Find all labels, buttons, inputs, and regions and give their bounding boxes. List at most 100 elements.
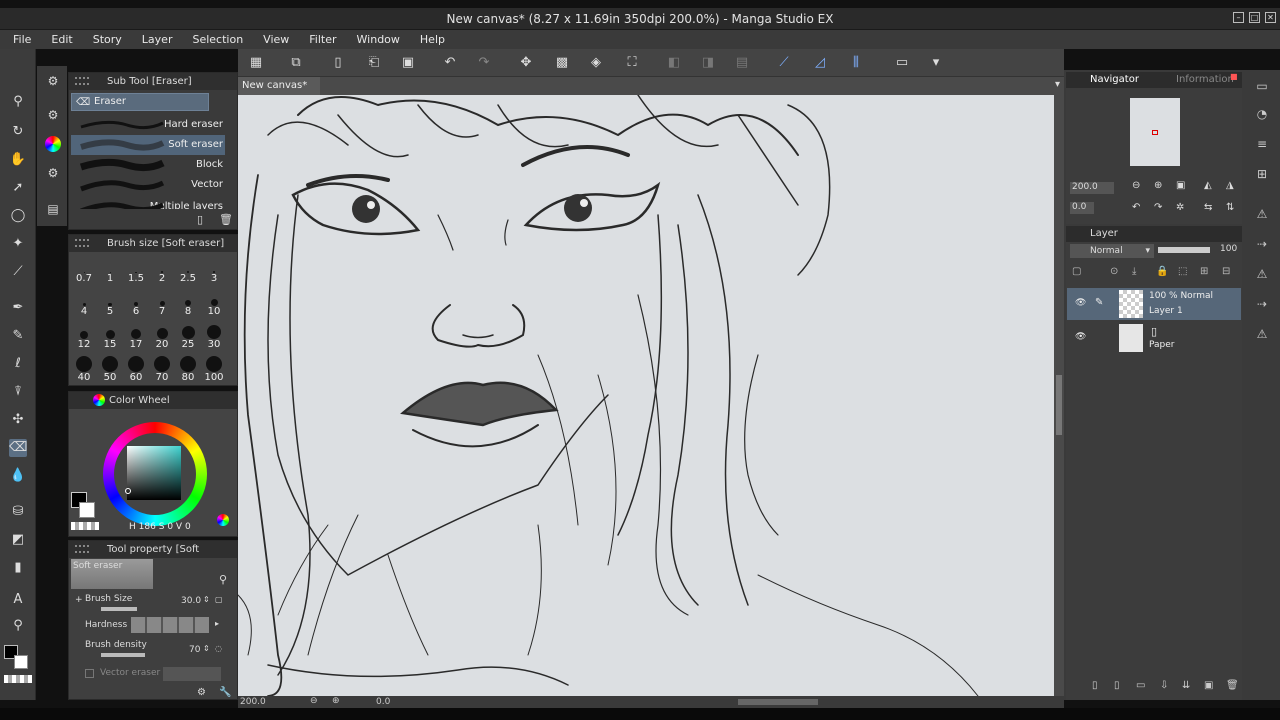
brush-size-value[interactable]: 30.0 xyxy=(181,596,201,606)
color-mode-icon[interactable] xyxy=(217,514,229,526)
eyedropper-icon[interactable]: ⟋ xyxy=(9,263,27,281)
brush-size-option[interactable]: 50 xyxy=(97,356,123,388)
operation-icon[interactable]: ➚ xyxy=(9,179,27,197)
new-file-icon[interactable]: ▯ xyxy=(330,55,346,71)
close-icon[interactable]: ■ xyxy=(1230,72,1238,81)
tab-information[interactable]: Information xyxy=(1176,74,1234,85)
fit-icon[interactable]: ▣ xyxy=(1176,180,1185,191)
new-folder-icon[interactable]: ▭ xyxy=(1136,680,1145,691)
auto-select-icon[interactable]: ✦ xyxy=(9,235,27,253)
brush-size-option[interactable]: 20 xyxy=(149,323,175,355)
sub-color-swatch[interactable] xyxy=(14,655,28,669)
disabled-tool-icon[interactable]: ◨ xyxy=(700,55,716,71)
pen-icon[interactable]: ✎ xyxy=(1095,297,1103,308)
airbrush-icon[interactable]: ⍒ xyxy=(9,383,27,401)
saturation-value-square[interactable] xyxy=(127,446,181,500)
color-wheel-tab-icon[interactable] xyxy=(44,136,62,154)
opacity-value[interactable]: 100 xyxy=(1220,244,1237,254)
menu-story[interactable]: Story xyxy=(93,33,122,46)
tab-subtool-icon[interactable]: ⚙ xyxy=(44,72,62,90)
brush-size-option[interactable]: 100 xyxy=(201,356,227,388)
menu-view[interactable]: View xyxy=(263,33,289,46)
subtool-item-hard-eraser[interactable]: Hard eraser xyxy=(71,115,225,135)
layout-icon[interactable]: ▭ xyxy=(894,55,910,71)
view-rectangle[interactable] xyxy=(1152,130,1158,135)
pencil-icon[interactable]: ✎ xyxy=(9,327,27,345)
snap-grid-icon[interactable]: ⫼ xyxy=(848,55,864,71)
brush-size-option[interactable]: 8 xyxy=(175,290,201,322)
brush-size-option[interactable]: 6 xyxy=(123,290,149,322)
minimize-icon[interactable]: – xyxy=(1233,12,1244,23)
balloon-icon[interactable]: ⚲ xyxy=(9,617,27,635)
chevron-right-icon[interactable]: ▸ xyxy=(215,619,219,628)
fill-icon[interactable]: ⛁ xyxy=(9,503,27,521)
brush-icon[interactable]: ℓ xyxy=(9,355,27,373)
vertical-scrollbar[interactable] xyxy=(1054,95,1064,696)
rotate-icon[interactable]: ↻ xyxy=(9,123,27,141)
trash-icon[interactable]: 🗑 xyxy=(1226,680,1239,691)
chevron-down-icon[interactable]: ▾ xyxy=(1055,79,1060,90)
fill-selection-icon[interactable]: ▩ xyxy=(554,55,570,71)
navigator-angle-value[interactable]: 0.0 xyxy=(1070,202,1094,214)
subtool-item-block[interactable]: Block xyxy=(71,155,225,175)
brush-size-option[interactable]: 12 xyxy=(71,323,97,355)
eye-icon[interactable]: 👁 xyxy=(1075,298,1086,308)
settings-icon[interactable]: ⚙ xyxy=(197,687,206,698)
draft-icon[interactable]: ⊟ xyxy=(1222,266,1230,277)
zoom-readout[interactable]: 200.0 xyxy=(240,697,266,707)
brush-density-value[interactable]: 70 xyxy=(189,645,200,655)
color-picker-handle[interactable] xyxy=(125,488,131,494)
brush-size-option[interactable]: 30 xyxy=(201,323,227,355)
brush-size-option[interactable]: 2 xyxy=(149,257,175,289)
hue-value[interactable]: 186 xyxy=(139,522,156,532)
disabled-tool-icon[interactable]: ▤ xyxy=(734,55,750,71)
undo-icon[interactable]: ↶ xyxy=(442,55,458,71)
trash-icon[interactable]: 🗑 xyxy=(219,213,233,226)
mask-icon[interactable]: ⊙ xyxy=(1110,266,1118,277)
panel-toggle-icon[interactable]: ▭ xyxy=(1254,78,1270,94)
pressure-icon[interactable]: ▢ xyxy=(215,595,223,604)
new-layer-icon[interactable]: ▯ xyxy=(1092,680,1098,691)
menu-window[interactable]: Window xyxy=(357,33,400,46)
zoom-out-icon[interactable]: ⊖ xyxy=(1132,180,1140,191)
clear-selection-icon[interactable]: ✥ xyxy=(518,55,534,71)
decoration-icon[interactable]: ✣ xyxy=(9,411,27,429)
chevron-down-icon[interactable]: ▾ xyxy=(928,55,944,71)
panel-toggle-icon[interactable]: ≡ xyxy=(1254,136,1270,152)
flip-icon[interactable]: ◮ xyxy=(1226,180,1234,191)
rotate-right-icon[interactable]: ↷ xyxy=(1154,202,1162,213)
eraser-icon[interactable]: ⌫ xyxy=(9,439,27,457)
brush-size-slider[interactable] xyxy=(101,607,137,611)
tab-navigator[interactable]: Navigator xyxy=(1090,74,1139,85)
tab-subtool-icon[interactable]: ⚙ xyxy=(44,106,62,124)
drawing-canvas[interactable] xyxy=(238,95,1054,696)
zoom-in-icon[interactable]: ⊕ xyxy=(332,696,340,706)
snap-special-ruler-icon[interactable]: ◿ xyxy=(812,55,828,71)
flip-horizontal-icon[interactable]: ⇆ xyxy=(1204,202,1212,213)
transparent-color-swatch[interactable] xyxy=(71,522,99,530)
brush-size-option[interactable]: 25 xyxy=(175,323,201,355)
layer-row-layer-1[interactable]: 👁 ✎ 100 % Normal Layer 1 xyxy=(1067,288,1241,320)
gradient-icon[interactable]: ◩ xyxy=(9,531,27,549)
brush-density-slider[interactable] xyxy=(101,653,145,657)
search-icon[interactable]: ⚲ xyxy=(219,573,227,586)
brush-size-option[interactable]: 2.5 xyxy=(175,257,201,289)
reference-icon[interactable]: ⊞ xyxy=(1200,266,1208,277)
grid-icon[interactable]: ▦ xyxy=(248,55,264,71)
redo-icon[interactable]: ↷ xyxy=(476,55,492,71)
transparent-color-swatch[interactable] xyxy=(4,675,32,683)
stepper-icon[interactable]: ⇕ xyxy=(203,595,210,604)
reset-rotation-icon[interactable]: ✲ xyxy=(1176,202,1184,213)
menu-help[interactable]: Help xyxy=(420,33,445,46)
vector-eraser-checkbox[interactable] xyxy=(85,669,94,678)
tab-subtool-icon[interactable]: ▤ xyxy=(44,200,62,218)
layer-row-paper[interactable]: 👁 ▯ Paper xyxy=(1067,322,1241,354)
brush-size-option[interactable]: 70 xyxy=(149,356,175,388)
opacity-slider[interactable] xyxy=(1158,247,1210,253)
tab-new-canvas[interactable]: New canvas* × xyxy=(238,77,320,109)
blend-icon[interactable]: 💧 xyxy=(9,467,27,485)
brush-size-option[interactable]: 80 xyxy=(175,356,201,388)
blend-mode-select[interactable]: Normal ▾ xyxy=(1070,244,1154,258)
brush-size-option[interactable]: 7 xyxy=(149,290,175,322)
transfer-down-icon[interactable]: ⇩ xyxy=(1160,680,1168,691)
